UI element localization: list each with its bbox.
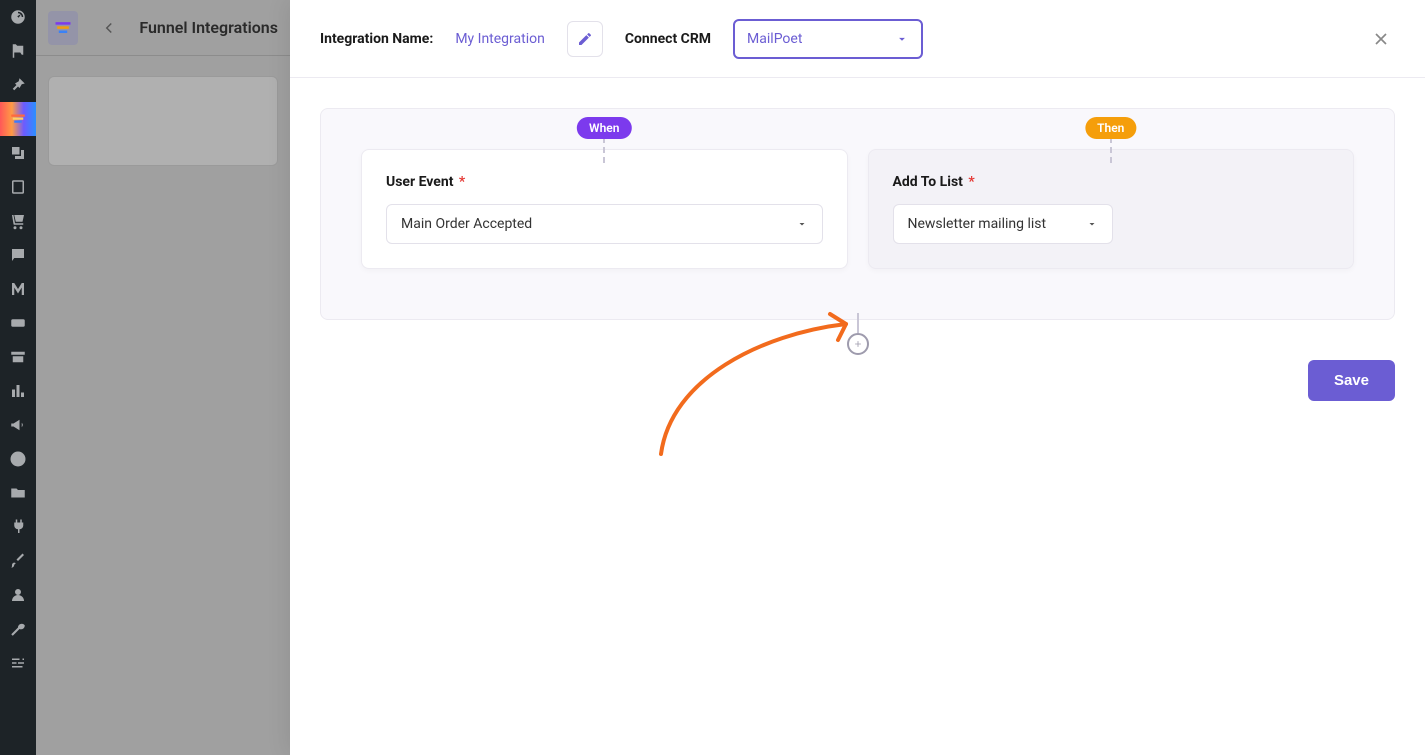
- user-event-label-text: User Event: [386, 174, 453, 190]
- sidebar-item-woo[interactable]: [0, 306, 36, 340]
- add-rule-button[interactable]: [847, 333, 869, 355]
- required-marker: *: [968, 174, 974, 190]
- user-event-value: Main Order Accepted: [401, 216, 532, 232]
- integration-drawer: Integration Name: My Integration Connect…: [290, 0, 1425, 755]
- plus-icon: [853, 339, 863, 349]
- chevron-down-icon: [1086, 218, 1098, 230]
- page-title: Funnel Integrations: [139, 18, 278, 37]
- chevron-down-icon: [796, 218, 808, 230]
- crm-select-value: MailPoet: [747, 31, 802, 47]
- when-badge: When: [577, 117, 631, 139]
- app-logo[interactable]: [48, 11, 78, 45]
- plug-icon: [9, 518, 27, 536]
- integration-name-value: My Integration: [455, 31, 545, 47]
- sidebar-item-m[interactable]: [0, 272, 36, 306]
- comment-icon: [9, 246, 27, 264]
- sidebar-item-cart[interactable]: [0, 204, 36, 238]
- sidebar-item-analytics[interactable]: [0, 374, 36, 408]
- chevron-down-icon: [895, 32, 909, 46]
- integration-name-label: Integration Name:: [320, 31, 433, 47]
- close-button[interactable]: [1367, 25, 1395, 53]
- user-event-label: User Event *: [386, 174, 823, 190]
- connector-line: [1110, 137, 1112, 163]
- sidebar-item-flag[interactable]: [0, 34, 36, 68]
- sidebar-item-dashboard[interactable]: [0, 0, 36, 34]
- gauge-icon: [9, 8, 27, 26]
- user-icon: [9, 586, 27, 604]
- then-panel: Add To List * Newsletter mailing list: [868, 149, 1355, 269]
- sidebar-item-book[interactable]: [0, 170, 36, 204]
- wp-admin-sidebar: [0, 0, 36, 755]
- sidebar-item-elementor[interactable]: [0, 442, 36, 476]
- add-to-list-label-text: Add To List: [893, 174, 963, 190]
- funnel-stripes-icon: [9, 110, 27, 128]
- when-panel: User Event * Main Order Accepted: [361, 149, 848, 269]
- drawer-header: Integration Name: My Integration Connect…: [290, 0, 1425, 78]
- sidebar-item-comments[interactable]: [0, 238, 36, 272]
- flag-icon: [9, 42, 27, 60]
- close-icon: [1371, 29, 1391, 49]
- folder-icon: [9, 484, 27, 502]
- sidebar-item-plugins[interactable]: [0, 510, 36, 544]
- then-column: Then Add To List * Newsletter mailing li…: [868, 149, 1355, 269]
- add-to-list-label: Add To List *: [893, 174, 1330, 190]
- brush-icon: [9, 552, 27, 570]
- sidebar-item-settings[interactable]: [0, 646, 36, 680]
- page-topbar: Funnel Integrations: [36, 0, 290, 56]
- sidebar-item-media[interactable]: [0, 136, 36, 170]
- sidebar-item-archive[interactable]: [0, 340, 36, 374]
- cart-icon: [9, 212, 27, 230]
- user-event-select[interactable]: Main Order Accepted: [386, 204, 823, 244]
- add-connector-line: [857, 313, 859, 333]
- background-card: [48, 76, 278, 166]
- rule-container: When User Event * Main Order Accepted: [320, 108, 1395, 320]
- add-to-list-select[interactable]: Newsletter mailing list: [893, 204, 1113, 244]
- rule-row: When User Event * Main Order Accepted: [361, 149, 1354, 269]
- bar-chart-icon: [9, 382, 27, 400]
- back-button[interactable]: [94, 11, 124, 45]
- archive-icon: [9, 348, 27, 366]
- arrow-left-icon: [100, 19, 118, 37]
- wrench-icon: [9, 620, 27, 638]
- letter-m-icon: [9, 280, 27, 298]
- crm-select[interactable]: MailPoet: [733, 19, 923, 59]
- page-backdrop: Funnel Integrations: [36, 0, 290, 755]
- sliders-icon: [9, 654, 27, 672]
- required-marker: *: [459, 174, 465, 190]
- book-icon: [9, 178, 27, 196]
- media-icon: [9, 144, 27, 162]
- connect-crm-label: Connect CRM: [625, 31, 711, 47]
- then-badge: Then: [1085, 117, 1136, 139]
- when-column: When User Event * Main Order Accepted: [361, 149, 848, 269]
- pencil-icon: [577, 31, 593, 47]
- connector-line: [603, 137, 605, 163]
- sidebar-item-appearance[interactable]: [0, 544, 36, 578]
- woo-icon: [9, 314, 27, 332]
- sidebar-item-funnel[interactable]: [0, 102, 36, 136]
- sidebar-item-marketing[interactable]: [0, 408, 36, 442]
- footer-actions: Save: [320, 360, 1395, 401]
- megaphone-icon: [9, 416, 27, 434]
- sidebar-item-templates[interactable]: [0, 476, 36, 510]
- funnel-logo-icon: [53, 18, 73, 38]
- drawer-body: When User Event * Main Order Accepted: [290, 78, 1425, 755]
- save-button[interactable]: Save: [1308, 360, 1395, 401]
- sidebar-item-pin[interactable]: [0, 68, 36, 102]
- sidebar-item-users[interactable]: [0, 578, 36, 612]
- sidebar-item-tools[interactable]: [0, 612, 36, 646]
- pin-icon: [9, 76, 27, 94]
- elementor-icon: [9, 450, 27, 468]
- edit-name-button[interactable]: [567, 21, 603, 57]
- add-to-list-value: Newsletter mailing list: [908, 216, 1047, 232]
